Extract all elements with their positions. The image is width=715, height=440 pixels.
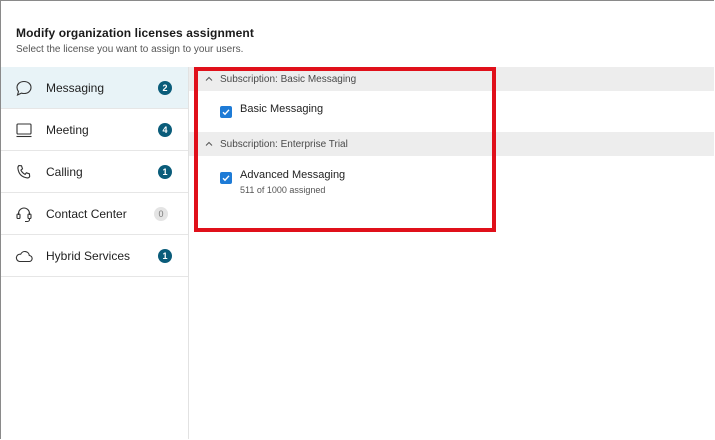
cloud-icon — [14, 246, 34, 266]
sidebar-item-hybrid-services[interactable]: Hybrid Services 1 — [1, 235, 188, 277]
sidebar-item-label: Contact Center — [46, 206, 127, 221]
license-category-sidebar: Messaging 2 Meeting 4 Calling 1 Contact … — [1, 67, 189, 439]
sidebar-item-label: Meeting — [46, 122, 89, 137]
page-title: Modify organization licenses assignment — [16, 26, 254, 40]
sidebar-item-label: Calling — [46, 164, 83, 179]
count-badge: 4 — [158, 122, 172, 137]
count-badge: 2 — [158, 80, 172, 95]
chat-bubble-icon — [14, 78, 34, 98]
count-badge: 0 — [154, 206, 168, 221]
monitor-icon — [14, 120, 34, 140]
sidebar-item-label: Hybrid Services — [46, 248, 131, 263]
page-subtitle: Select the license you want to assign to… — [16, 44, 244, 55]
count-badge: 1 — [158, 164, 172, 179]
headset-icon — [14, 204, 34, 224]
dialog-header: Modify organization licenses assignment … — [16, 26, 254, 55]
sidebar-item-contact-center[interactable]: Contact Center 0 — [1, 193, 188, 235]
sidebar-item-label: Messaging — [46, 80, 105, 95]
sidebar-item-messaging[interactable]: Messaging 2 — [1, 67, 188, 109]
sidebar-item-meeting[interactable]: Meeting 4 — [1, 109, 188, 151]
count-badge: 1 — [158, 248, 172, 263]
highlight-box — [194, 67, 496, 232]
phone-icon — [14, 162, 34, 182]
sidebar-item-calling[interactable]: Calling 1 — [1, 151, 188, 193]
